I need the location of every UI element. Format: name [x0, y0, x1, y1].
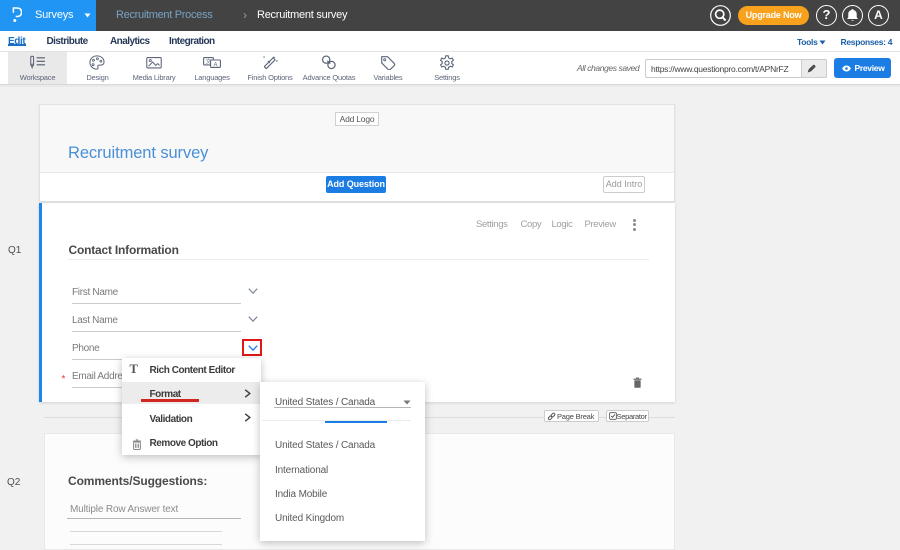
svg-text:A: A: [213, 62, 217, 68]
svg-text:文: 文: [205, 58, 211, 66]
